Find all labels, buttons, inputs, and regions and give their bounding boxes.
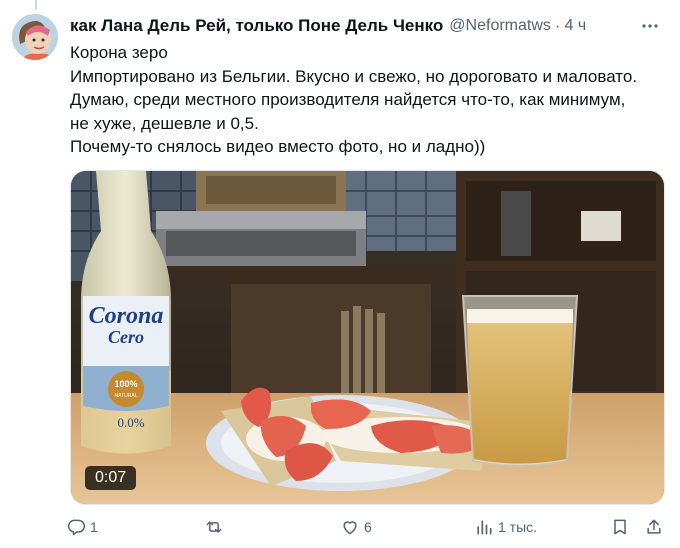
views-count: 1 тыс. [498, 519, 538, 535]
tweet-text-line: Думаю, среди местного производителя найд… [70, 90, 626, 109]
tweet-timestamp[interactable]: 4 ч [565, 17, 587, 35]
tweet-text-line: Импортировано из Бельгии. Вкусно и свежо… [70, 66, 638, 86]
tweet-text: Корона зеро Импортировано из Бельгии. Вк… [70, 41, 670, 159]
reply-button[interactable]: 1 [66, 512, 98, 542]
like-icon [343, 521, 357, 535]
like-count: 6 [364, 519, 372, 535]
reply-count: 1 [90, 519, 98, 535]
tweet-text-line: не хуже, дешевле и 0,5. [70, 113, 259, 133]
reply-icon [67, 519, 86, 536]
avatar-image [12, 14, 58, 60]
video-media[interactable]: Corona Cero 100% NATURAL 0.0% 0:07 [70, 170, 665, 505]
tweet-header: как Лана Дель Рей, только Поне Дель Ченк… [70, 14, 660, 38]
tweet-text-line: Корона зеро [70, 43, 168, 62]
bottle-abv: 0.0% [117, 415, 144, 430]
tweet-actions-bar: 1 6 1 тыс. [66, 512, 666, 542]
retweet-icon [206, 521, 222, 533]
avatar[interactable] [12, 14, 58, 60]
views-button[interactable]: 1 тыс. [474, 512, 537, 542]
bottle-badge-line1: 100% [114, 379, 137, 389]
tweet-text-line: Почему-то снялось видео вместо фото, но … [70, 137, 486, 156]
more-icon[interactable] [638, 14, 662, 38]
bottle-brand-line1: Corona [89, 303, 164, 329]
thread-line [35, 0, 37, 10]
retweet-button[interactable] [204, 512, 228, 542]
bookmark-button[interactable] [610, 512, 630, 542]
author-handle[interactable]: @Neformatws [449, 17, 551, 35]
share-icon [647, 519, 661, 534]
bookmark-icon [614, 519, 626, 535]
separator-dot: · [554, 16, 561, 35]
bottle-badge-line2: NATURAL [115, 393, 138, 399]
like-button[interactable]: 6 [340, 512, 372, 542]
video-frame: Corona Cero 100% NATURAL 0.0% [71, 171, 664, 504]
author-display-name[interactable]: как Лана Дель Рей, только Поне Дель Ченк… [70, 16, 443, 36]
views-icon [477, 520, 492, 535]
share-button[interactable] [644, 512, 664, 542]
video-duration-badge: 0:07 [85, 466, 137, 490]
bottle-brand-line2: Cero [108, 327, 144, 347]
